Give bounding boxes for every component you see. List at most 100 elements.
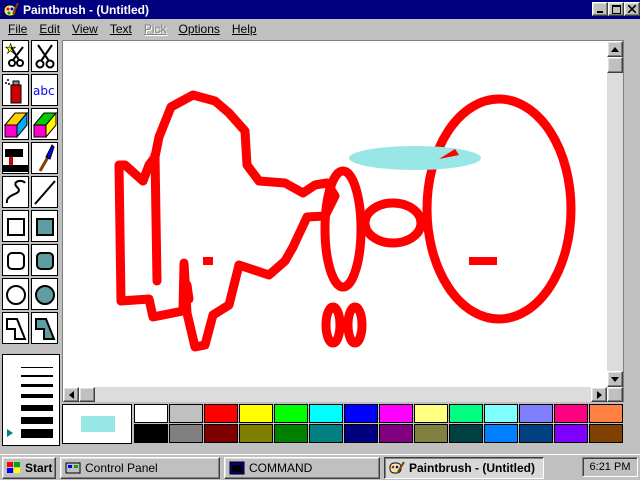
text-tool-icon: abc	[33, 84, 55, 98]
palette-swatch[interactable]	[134, 404, 168, 423]
task-paintbrush[interactable]: Paintbrush - (Untitled)	[384, 457, 544, 479]
palette-swatch[interactable]	[484, 404, 518, 423]
color-selection-box	[62, 404, 132, 444]
line-width-6	[21, 417, 53, 424]
paintbrush-app-icon[interactable]	[3, 2, 19, 18]
palette-swatch[interactable]	[554, 404, 588, 423]
menu-label: Text	[109, 22, 132, 36]
palette-swatch[interactable]	[414, 424, 448, 443]
vertical-scroll-thumb[interactable]	[607, 57, 623, 73]
drawing-canvas[interactable]	[63, 41, 607, 387]
tool-filled-polygon[interactable]	[31, 312, 58, 344]
tool-box[interactable]	[2, 210, 29, 242]
palette-swatch[interactable]	[274, 424, 308, 443]
scroll-down-button[interactable]	[607, 371, 623, 387]
palette-swatch[interactable]	[589, 424, 623, 443]
palette-swatch[interactable]	[344, 424, 378, 443]
tool-spray-can[interactable]	[2, 74, 29, 106]
line-width-pointer-icon	[7, 429, 13, 437]
filled-rounded-box-icon	[36, 252, 54, 270]
tool-scissors-star[interactable]	[2, 40, 29, 72]
palette-swatch[interactable]	[309, 424, 343, 443]
menu-options[interactable]: Options	[173, 22, 226, 36]
palette-swatch[interactable]	[274, 404, 308, 423]
menu-bar: File Edit View Text Pick Options Help	[0, 19, 640, 39]
palette-swatch[interactable]	[379, 404, 413, 423]
palette-swatch[interactable]	[344, 404, 378, 423]
task-label: COMMAND	[249, 461, 313, 475]
start-button[interactable]: Start	[2, 457, 56, 479]
palette-swatch[interactable]	[169, 404, 203, 423]
filled-polygon-icon	[35, 318, 56, 340]
window-title: Paintbrush - (Untitled)	[23, 2, 149, 17]
menu-pick[interactable]: Pick	[138, 22, 173, 36]
palette-swatch[interactable]	[239, 404, 273, 423]
tool-filled-box[interactable]	[31, 210, 58, 242]
scroll-up-button[interactable]	[607, 41, 623, 57]
line-widths[interactable]	[3, 355, 59, 445]
title-bar[interactable]: Paintbrush - (Untitled)	[0, 0, 640, 19]
scissors-star-icon	[4, 42, 24, 67]
palette-swatch[interactable]	[449, 404, 483, 423]
tool-eraser[interactable]	[31, 108, 58, 140]
horizontal-scroll-thumb[interactable]	[79, 387, 95, 402]
maximize-button[interactable]	[608, 2, 624, 16]
line-width-5	[21, 405, 53, 411]
menu-view[interactable]: View	[66, 22, 104, 36]
curve-icon	[5, 179, 26, 204]
line-width-4	[21, 394, 53, 398]
close-button[interactable]	[624, 2, 640, 16]
palette-swatch[interactable]	[309, 404, 343, 423]
tool-filled-circle[interactable]	[31, 278, 58, 310]
palette-swatch[interactable]	[204, 424, 238, 443]
tool-brush[interactable]	[31, 142, 58, 174]
rounded-box-icon	[7, 252, 25, 270]
arrow-left-icon	[68, 390, 74, 399]
toolbox: abc	[2, 40, 60, 352]
menu-label: View	[72, 22, 98, 36]
menu-label: Help	[231, 22, 257, 36]
palette-swatch[interactable]	[379, 424, 413, 443]
palette-swatch[interactable]	[414, 404, 448, 423]
scroll-right-button[interactable]	[591, 387, 607, 402]
palette-swatch[interactable]	[449, 424, 483, 443]
filled-box-icon	[36, 218, 54, 236]
palette-swatch[interactable]	[204, 404, 238, 423]
tool-polygon[interactable]	[2, 312, 29, 344]
palette-swatch[interactable]	[554, 424, 588, 443]
task-control-panel[interactable]: Control Panel	[60, 457, 220, 479]
task-label: Control Panel	[85, 461, 158, 475]
horizontal-scrollbar[interactable]	[63, 387, 607, 402]
tool-circle[interactable]	[2, 278, 29, 310]
menu-edit[interactable]: Edit	[33, 22, 66, 36]
tool-scissors[interactable]	[31, 40, 58, 72]
palette-swatch[interactable]	[519, 424, 553, 443]
vertical-scrollbar[interactable]	[607, 41, 623, 387]
menu-help[interactable]: Help	[226, 22, 263, 36]
task-command[interactable]: COMMAND	[224, 457, 380, 479]
tool-paint-roller[interactable]	[2, 142, 29, 174]
close-icon	[628, 5, 636, 13]
brush-icon	[38, 144, 55, 172]
palette-swatch[interactable]	[519, 404, 553, 423]
tool-rounded-box[interactable]	[2, 244, 29, 276]
menu-text[interactable]: Text	[104, 22, 138, 36]
menu-label: Edit	[39, 22, 61, 36]
scroll-left-button[interactable]	[63, 387, 79, 402]
palette-swatch[interactable]	[134, 424, 168, 443]
line-width-box[interactable]	[2, 354, 60, 446]
tool-filled-rounded-box[interactable]	[31, 244, 58, 276]
selected-color-swatch	[81, 416, 115, 432]
tool-color-eraser[interactable]	[2, 108, 29, 140]
menu-file[interactable]: File	[2, 22, 33, 36]
start-label: Start	[25, 461, 53, 475]
palette-swatch[interactable]	[484, 424, 518, 443]
palette-swatch[interactable]	[169, 424, 203, 443]
minimize-button[interactable]	[592, 2, 608, 16]
palette-swatch[interactable]	[589, 404, 623, 423]
palette-swatch[interactable]	[239, 424, 273, 443]
scissors-icon	[35, 44, 55, 69]
tool-curve[interactable]	[2, 176, 29, 208]
tool-text-tool[interactable]: abc	[31, 74, 58, 106]
tool-line[interactable]	[31, 176, 58, 208]
